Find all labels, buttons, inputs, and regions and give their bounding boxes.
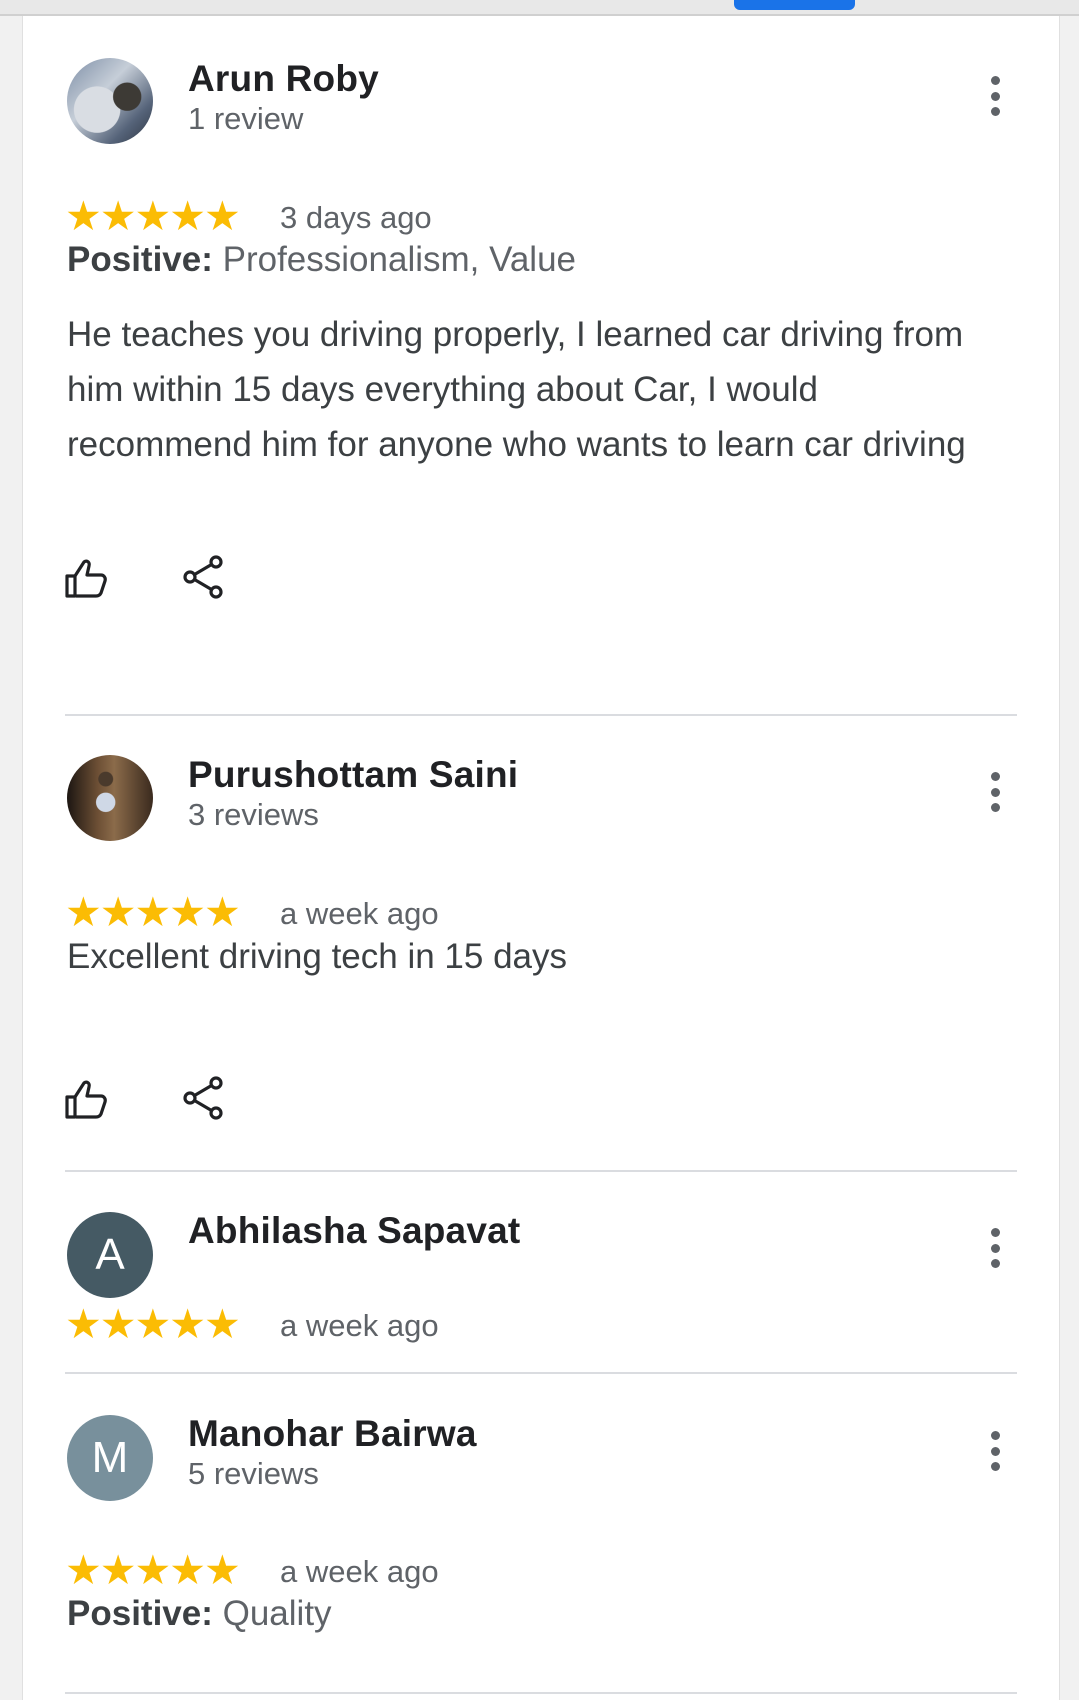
positive-label: Positive: (67, 240, 213, 279)
reviewer-review-count: 1 review (188, 101, 304, 136)
thumbs-up-icon[interactable] (63, 554, 113, 604)
positive-attributes: Positive: Quality (67, 1594, 332, 1634)
more-options-icon[interactable] (985, 1431, 1005, 1471)
avatar[interactable]: M (67, 1415, 153, 1501)
divider (65, 1372, 1017, 1374)
star-rating: ★★★★★ (65, 1547, 241, 1593)
avatar[interactable]: A (67, 1212, 153, 1298)
reviewer-review-count: 5 reviews (188, 1456, 319, 1491)
more-options-icon[interactable] (985, 76, 1005, 116)
review-date: a week ago (280, 896, 439, 931)
active-tab-indicator (734, 0, 855, 10)
more-options-icon[interactable] (985, 772, 1005, 812)
thumbs-up-icon[interactable] (63, 1075, 113, 1125)
positive-values: Quality (212, 1594, 332, 1633)
top-bar (0, 0, 1079, 16)
positive-attributes: Positive: Professionalism, Value (67, 240, 576, 280)
star-rating: ★★★★★ (65, 1301, 241, 1347)
more-options-icon[interactable] (985, 1228, 1005, 1268)
review-date: a week ago (280, 1308, 439, 1343)
review-text: Excellent driving tech in 15 days (67, 937, 567, 976)
share-icon[interactable] (180, 1073, 230, 1123)
reviewer-name[interactable]: Arun Roby (188, 58, 379, 100)
reviewer-review-count: 3 reviews (188, 797, 319, 832)
reviewer-name[interactable]: Purushottam Saini (188, 754, 518, 796)
review-date: a week ago (280, 1554, 439, 1589)
avatar-letter: A (95, 1230, 125, 1279)
review-text: He teaches you driving properly, I learn… (67, 315, 966, 464)
share-icon[interactable] (180, 552, 230, 602)
divider (65, 1170, 1017, 1172)
star-rating: ★★★★★ (65, 889, 241, 935)
avatar[interactable] (67, 755, 153, 841)
positive-label: Positive: (67, 1594, 213, 1633)
positive-values: Professionalism, Value (212, 240, 577, 279)
reviewer-name[interactable]: Manohar Bairwa (188, 1413, 477, 1455)
avatar[interactable] (67, 58, 153, 144)
avatar-letter: M (91, 1433, 129, 1482)
star-rating: ★★★★★ (65, 193, 241, 239)
divider (65, 1692, 1017, 1694)
review-date: 3 days ago (280, 200, 432, 235)
reviewer-name[interactable]: Abhilasha Sapavat (188, 1210, 520, 1252)
reviews-list: Arun Roby 1 review ★★★★★ 3 days ago Posi… (22, 16, 1060, 1700)
divider (65, 714, 1017, 716)
